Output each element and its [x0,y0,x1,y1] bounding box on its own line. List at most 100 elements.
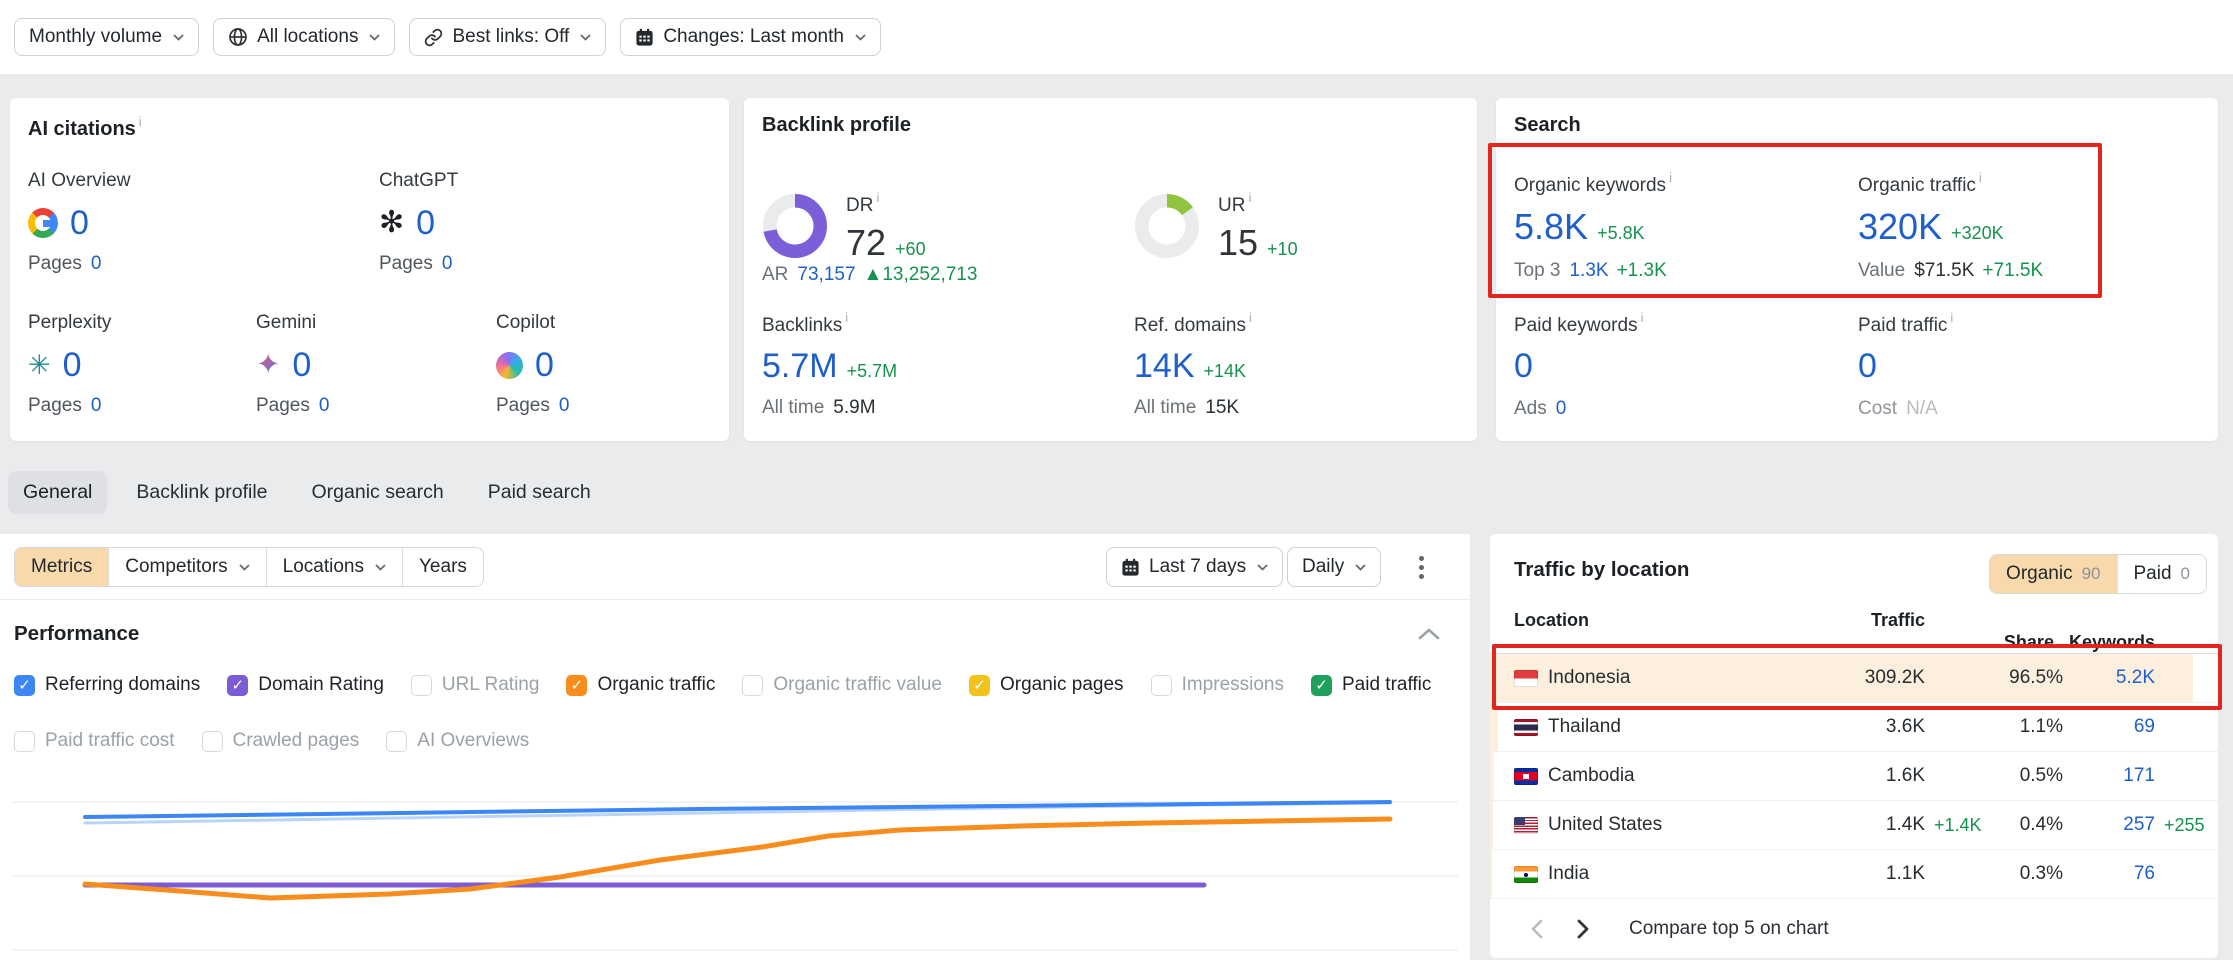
info-icon[interactable]: i [1669,170,1672,185]
organic-keywords-delta: +5.8K [1597,223,1645,243]
info-icon[interactable]: i [1249,310,1252,325]
gemini-metric: Gemini ✦0 Pages0 [256,312,329,417]
ref-domains-metric: Ref. domainsi 14K+14K All time15K [1134,310,1252,419]
segment-locations[interactable]: Locations [267,548,403,586]
column-keywords[interactable]: Keywords [2069,632,2155,652]
keywords-link[interactable]: 5.2K [2063,667,2155,689]
checkbox-paid-traffic-cost[interactable]: Paid traffic cost [14,730,175,752]
column-share[interactable]: Share [2004,632,2054,652]
column-traffic[interactable]: Traffic [1815,610,1925,631]
perplexity-value[interactable]: 0 [63,348,82,382]
segment-years[interactable]: Years [403,548,483,586]
copilot-value[interactable]: 0 [535,348,554,382]
organic-traffic-metric: Organic traffici 320K+320K Value$71.5K+7… [1858,170,2043,282]
checkbox-box [411,675,432,696]
checkbox-paid-traffic[interactable]: ✓Paid traffic [1311,674,1431,696]
backlinks-alltime: 5.9M [833,397,875,418]
granularity-dropdown[interactable]: Daily [1287,547,1381,587]
locations-dropdown[interactable]: All locations [213,18,395,56]
backlinks-value-link[interactable]: 5.7M [762,347,838,385]
compare-top5-link[interactable]: Compare top 5 on chart [1629,918,1829,940]
india-flag-icon [1514,866,1538,883]
info-icon[interactable]: i [1248,190,1251,205]
ads-value-link[interactable]: 0 [1556,398,1567,419]
ai-overview-value[interactable]: 0 [70,206,89,240]
backlink-profile-card: Backlink profile DRi 72+60 AR73,157▲13,2… [744,98,1477,441]
checkbox-box: ✓ [14,675,35,696]
toggle-organic[interactable]: Organic90 [1990,555,2116,593]
gemini-pages-link[interactable]: 0 [319,395,330,416]
location-table-body: Indonesia 309.2K 96.5% 5.2K Thailand 3.6… [1490,654,2218,899]
ref-domains-value-link[interactable]: 14K [1134,347,1195,385]
column-location[interactable]: Location [1514,610,1815,631]
checkbox-domain-rating[interactable]: ✓Domain Rating [227,674,384,696]
cambodia-flag-icon [1514,768,1538,785]
more-options-kebab-icon[interactable] [1406,552,1436,582]
copilot-metric: Copilot 0 Pages0 [496,312,569,417]
table-row-indonesia[interactable]: Indonesia 309.2K 96.5% 5.2K [1490,654,2218,703]
checkbox-organic-pages[interactable]: ✓Organic pages [969,674,1124,696]
checkbox-referring-domains[interactable]: ✓Referring domains [14,674,200,696]
tab-backlink-profile[interactable]: Backlink profile [121,471,282,514]
top3-value-link[interactable]: 1.3K [1569,260,1608,281]
dr-delta: +60 [895,239,926,259]
ai-overview-pages-link[interactable]: 0 [91,253,102,274]
table-row-thailand[interactable]: Thailand 3.6K 1.1% 69 [1490,703,2218,752]
date-range-dropdown[interactable]: Last 7 days [1106,547,1283,587]
changes-dropdown[interactable]: Changes: Last month [620,18,881,56]
tab-paid-search[interactable]: Paid search [473,471,606,514]
keywords-link[interactable]: 69 [2063,716,2155,738]
checkbox-url-rating[interactable]: URL Rating [411,674,540,696]
info-icon[interactable]: i [139,114,142,129]
checkbox-organic-traffic[interactable]: ✓Organic traffic [566,674,715,696]
checkbox-crawled-pages[interactable]: Crawled pages [202,730,360,752]
perplexity-pages-link[interactable]: 0 [91,395,102,416]
table-row-cambodia[interactable]: Cambodia 1.6K 0.5% 171 [1490,752,2218,801]
chatgpt-value[interactable]: 0 [416,206,435,240]
calendar-icon [635,28,654,47]
checkbox-box [1151,675,1172,696]
keywords-link[interactable]: 257 [2063,814,2155,836]
best-links-dropdown[interactable]: Best links: Off [409,18,606,56]
info-icon[interactable]: i [876,190,879,205]
tab-general[interactable]: General [8,471,107,514]
organic-traffic-value-link[interactable]: 320K [1858,206,1942,247]
ur-donut-chart [1134,193,1200,259]
checkbox-ai-overviews[interactable]: AI Overviews [386,730,529,752]
table-row-india[interactable]: India 1.1K 0.3% 76 [1490,850,2218,899]
info-icon[interactable]: i [1950,310,1953,325]
keywords-link[interactable]: 76 [2063,863,2155,885]
info-icon[interactable]: i [1979,170,1982,185]
keywords-link[interactable]: 171 [2063,765,2155,787]
performance-panel: Metrics Competitors Locations Years Last… [0,534,1470,960]
info-icon[interactable]: i [1641,310,1644,325]
checkbox-organic-traffic-value[interactable]: Organic traffic value [742,674,942,696]
monthly-volume-dropdown[interactable]: Monthly volume [14,18,199,56]
copilot-pages-link[interactable]: 0 [559,395,570,416]
paid-keywords-value-link[interactable]: 0 [1514,347,1533,385]
chatgpt-pages-link[interactable]: 0 [442,253,453,274]
ar-value-link[interactable]: 73,157 [797,264,855,285]
checkbox-box: ✓ [1311,675,1332,696]
google-icon [28,208,58,238]
checkbox-impressions[interactable]: Impressions [1151,674,1284,696]
organic-keywords-value-link[interactable]: 5.8K [1514,206,1588,247]
table-row-united-states[interactable]: United States 1.4K +1.4K 0.4% 257 +255 [1490,801,2218,850]
paid-traffic-value-link[interactable]: 0 [1858,347,1877,385]
tab-organic-search[interactable]: Organic search [297,471,459,514]
ai-overview-metric: AI Overview 0 Pages0 [28,170,130,275]
checkbox-box: ✓ [969,675,990,696]
gemini-value[interactable]: 0 [292,348,311,382]
cost-value: N/A [1906,398,1938,419]
segment-metrics[interactable]: Metrics [15,548,109,586]
metric-checkbox-list: ✓Referring domains ✓Domain Rating URL Ra… [14,674,1456,752]
previous-page-chevron-icon[interactable] [1531,919,1543,939]
info-icon[interactable]: i [845,310,848,325]
perplexity-metric: Perplexity ✳0 Pages0 [28,312,111,417]
checkbox-box [742,675,763,696]
collapse-chevron-up-icon[interactable] [1418,628,1440,640]
next-page-chevron-icon[interactable] [1577,919,1589,939]
segment-competitors[interactable]: Competitors [109,548,266,586]
toggle-paid[interactable]: Paid0 [2117,555,2207,593]
backlinks-delta: +5.7M [847,361,898,381]
